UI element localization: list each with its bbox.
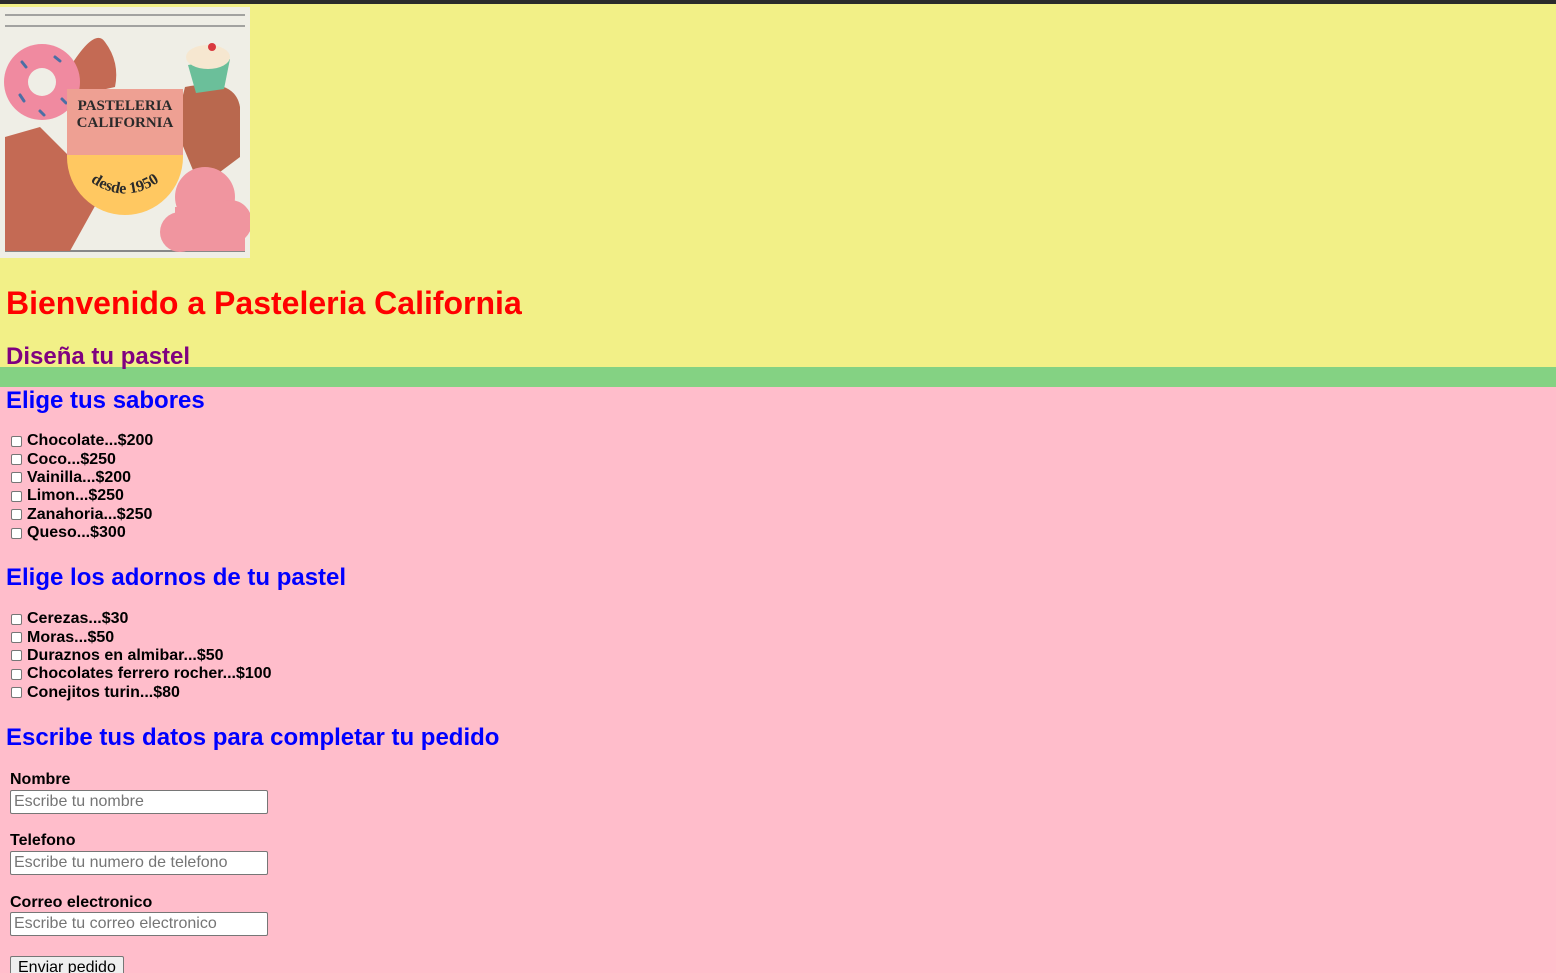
flavors-heading: Elige tus sabores [6, 387, 205, 414]
section-divider [0, 367, 1556, 387]
flavor-label[interactable]: Queso...$300 [27, 524, 126, 542]
flavor-checkbox[interactable] [11, 435, 22, 447]
toppings-heading: Elige los adornos de tu pastel [6, 564, 347, 591]
flavor-checkbox[interactable] [11, 490, 22, 502]
topping-checkbox[interactable] [11, 650, 22, 662]
flavor-option[interactable]: Zanahoria...$250 [10, 506, 153, 524]
flavor-option[interactable]: Vainilla...$200 [10, 469, 153, 487]
topping-label[interactable]: Moras...$50 [27, 629, 114, 647]
flavor-checkbox[interactable] [11, 472, 22, 484]
flavor-checkbox[interactable] [11, 454, 22, 466]
name-field[interactable] [10, 790, 268, 814]
name-label: Nombre [10, 771, 71, 788]
topping-label[interactable]: Chocolates ferrero rocher...$100 [27, 665, 272, 683]
toppings-list: Cerezas...$30 Moras...$50 Duraznos en al… [10, 610, 272, 702]
flavor-label[interactable]: Limon...$250 [27, 487, 124, 505]
topping-option[interactable]: Moras...$50 [10, 628, 272, 646]
phone-field[interactable] [10, 851, 268, 875]
flavor-label[interactable]: Zanahoria...$250 [27, 506, 152, 524]
flavors-list: Chocolate...$200 Coco...$250 Vainilla...… [10, 432, 153, 542]
topping-checkbox[interactable] [11, 632, 22, 644]
flavor-option[interactable]: Queso...$300 [10, 524, 153, 542]
topping-checkbox[interactable] [11, 668, 22, 680]
flavor-label[interactable]: Coco...$250 [27, 451, 116, 469]
page-subtitle: Diseña tu pastel [6, 343, 191, 370]
flavor-label[interactable]: Vainilla...$200 [27, 469, 131, 487]
bakery-logo: PASTELERIA CALIFORNIA desde 1950 [0, 7, 250, 258]
page-title: Bienvenido a Pasteleria California [6, 285, 522, 321]
topping-option[interactable]: Cerezas...$30 [10, 610, 272, 628]
svg-text:PASTELERIA: PASTELERIA [78, 98, 173, 114]
page-header: PASTELERIA CALIFORNIA desde 1950 Bienven… [0, 4, 1556, 370]
topping-label[interactable]: Duraznos en almibar...$50 [27, 647, 224, 665]
topping-checkbox[interactable] [11, 687, 22, 699]
topping-option[interactable]: Duraznos en almibar...$50 [10, 647, 272, 665]
flavor-option[interactable]: Limon...$250 [10, 487, 153, 505]
flavor-option[interactable]: Coco...$250 [10, 450, 153, 468]
order-form: Elige tus sabores Chocolate...$200 Coco.… [0, 387, 1556, 973]
topping-option[interactable]: Conejitos turin...$80 [10, 684, 272, 702]
email-field[interactable] [10, 912, 268, 936]
flavor-option[interactable]: Chocolate...$200 [10, 432, 153, 450]
svg-text:CALIFORNIA: CALIFORNIA [77, 115, 174, 131]
flavor-label[interactable]: Chocolate...$200 [27, 432, 153, 450]
flavor-checkbox[interactable] [11, 527, 22, 539]
submit-order-button[interactable]: Enviar pedido [10, 956, 124, 973]
topping-option[interactable]: Chocolates ferrero rocher...$100 [10, 665, 272, 683]
flavor-checkbox[interactable] [11, 509, 22, 521]
topping-label[interactable]: Cerezas...$30 [27, 610, 128, 628]
topping-checkbox[interactable] [11, 613, 22, 625]
phone-label: Telefono [10, 832, 76, 849]
email-label: Correo electronico [10, 894, 153, 911]
customer-data-heading: Escribe tus datos para completar tu pedi… [6, 724, 500, 751]
topping-label[interactable]: Conejitos turin...$80 [27, 684, 180, 702]
